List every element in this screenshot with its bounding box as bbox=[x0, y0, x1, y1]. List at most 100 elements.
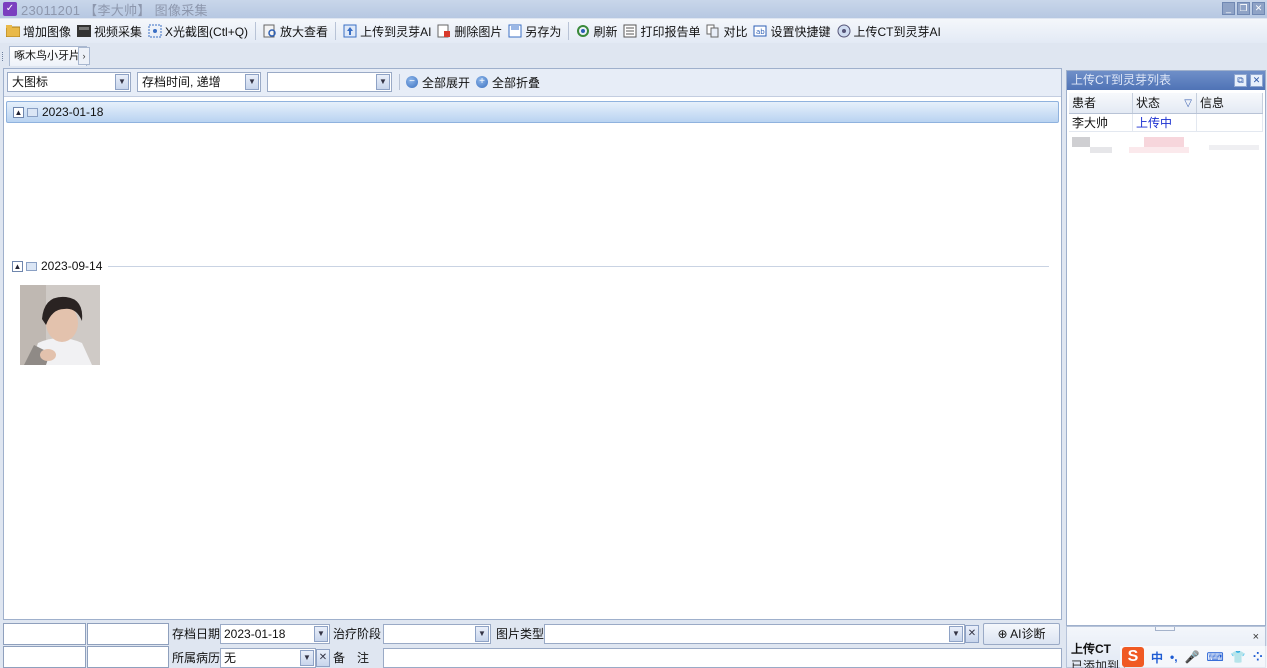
filter-bar: 大图标 ▼ 存档时间, 递增 ▼ ▼ − 全部展开 + 全部折叠 bbox=[4, 69, 1061, 97]
image-type-label: 图片类型 bbox=[496, 627, 545, 641]
zoom-view-icon bbox=[263, 24, 277, 38]
ime-mode-toggle[interactable]: 中 bbox=[1151, 649, 1163, 666]
cell-patient: 李大帅 bbox=[1069, 114, 1133, 131]
group-date-label: 2023-01-18 bbox=[42, 105, 104, 119]
archive-date-label: 存档日期 bbox=[172, 627, 221, 641]
note-field[interactable] bbox=[383, 648, 1062, 668]
window-title: 23011201 【李大帅】 图像采集 bbox=[21, 2, 208, 18]
treatment-stage-label: 治疗阶段 bbox=[333, 627, 382, 641]
tab-scroll-right-button[interactable]: › bbox=[78, 47, 90, 65]
upload-ct-icon bbox=[837, 24, 851, 38]
panel-close-button[interactable]: ✕ bbox=[1250, 74, 1263, 87]
delete-image-icon bbox=[437, 24, 451, 38]
plus-circle-icon: + bbox=[476, 76, 488, 88]
ime-menu-icon[interactable]: ⁘ bbox=[1253, 650, 1263, 664]
upload-table: 患者 状态 ▽ 信息 李大帅 上传中 bbox=[1069, 93, 1263, 132]
chevron-down-icon[interactable]: ▼ bbox=[475, 626, 489, 642]
folder-add-icon bbox=[6, 24, 20, 38]
print-icon bbox=[623, 24, 637, 38]
filter-icon[interactable]: ▽ bbox=[1184, 93, 1192, 114]
upload-ct-button[interactable]: 上传CT到灵芽AI bbox=[834, 20, 944, 42]
treatment-stage-select[interactable]: ▼ bbox=[383, 624, 491, 644]
print-report-button[interactable]: 打印报告单 bbox=[620, 20, 703, 42]
pin-icon[interactable]: ⧉ bbox=[1234, 74, 1247, 87]
save-as-icon bbox=[508, 24, 522, 38]
filter-separator bbox=[399, 74, 400, 90]
save-as-button[interactable]: 另存为 bbox=[505, 20, 564, 42]
ai-diagnosis-button[interactable]: ⊕ AI诊断 bbox=[983, 623, 1060, 645]
toolbar-separator bbox=[335, 22, 337, 40]
cell-info bbox=[1197, 114, 1263, 131]
notification-title: 上传CT bbox=[1071, 642, 1111, 656]
chevron-down-icon[interactable]: ▼ bbox=[376, 74, 390, 90]
clear-case-button[interactable]: ✕ bbox=[316, 649, 330, 667]
chevron-down-icon[interactable]: ▼ bbox=[245, 74, 259, 90]
upload-ai-button[interactable]: 上传到灵芽AI bbox=[340, 20, 434, 42]
sogou-logo-icon[interactable]: S bbox=[1122, 647, 1144, 667]
table-header: 患者 状态 ▽ 信息 bbox=[1069, 93, 1263, 114]
cell-status: 上传中 bbox=[1133, 114, 1197, 131]
delete-image-button[interactable]: 删除图片 bbox=[434, 20, 505, 42]
image-thumbnail[interactable] bbox=[20, 285, 100, 365]
panel-title-bar: 上传CT到灵芽列表 ⧉ ✕ bbox=[1067, 71, 1265, 90]
chevron-down-icon[interactable]: ▼ bbox=[949, 626, 963, 642]
table-row[interactable]: 李大帅 上传中 bbox=[1069, 114, 1263, 132]
resize-handle[interactable] bbox=[1155, 627, 1175, 631]
view-mode-select[interactable]: 大图标 ▼ bbox=[7, 72, 131, 92]
refresh-button[interactable]: 刷新 bbox=[573, 20, 620, 42]
sort-select[interactable]: 存档时间, 递增 ▼ bbox=[137, 72, 261, 92]
video-icon bbox=[77, 24, 92, 38]
tab-xiaoyapian[interactable]: 啄木鸟小牙片 bbox=[9, 46, 87, 66]
compare-button[interactable]: 对比 bbox=[703, 20, 750, 42]
image-details-form: 存档日期 2023-01-18 ▼ 治疗阶段 ▼ 图片类型 ▼ ✕ ⊕ AI诊断… bbox=[0, 621, 1062, 668]
chevron-down-icon[interactable]: ▼ bbox=[300, 650, 314, 666]
ct-upload-list-panel: 上传CT到灵芽列表 ⧉ ✕ 患者 状态 ▽ 信息 李大帅 上传中 bbox=[1066, 70, 1266, 626]
video-capture-button[interactable]: 视频采集 bbox=[74, 20, 145, 42]
zoom-view-button[interactable]: 放大查看 bbox=[260, 20, 331, 42]
refresh-icon bbox=[576, 24, 590, 38]
portrait-photo-icon bbox=[20, 285, 100, 365]
window-controls: _ ❐ ✕ bbox=[1222, 2, 1265, 15]
main-toolbar: 增加图像 视频采集 X光截图(Ctl+Q) 放大查看 上传到灵芽AI 删除图片 … bbox=[0, 19, 1267, 43]
svg-text:ab: ab bbox=[756, 28, 765, 36]
image-type-select[interactable]: ▼ bbox=[544, 624, 965, 644]
column-header-info[interactable]: 信息 bbox=[1197, 93, 1263, 113]
punctuation-toggle[interactable]: •, bbox=[1170, 650, 1178, 664]
minimize-button[interactable]: _ bbox=[1222, 2, 1235, 15]
group-date-label: 2023-09-14 bbox=[41, 259, 103, 273]
collapse-toggle-icon[interactable]: ▲ bbox=[12, 260, 23, 272]
xray-capture-button[interactable]: X光截图(Ctl+Q) bbox=[145, 20, 251, 42]
collapse-toggle-icon[interactable]: ▲ bbox=[13, 106, 24, 118]
upload-icon bbox=[343, 24, 357, 38]
archive-date-field[interactable]: 2023-01-18 ▼ bbox=[220, 624, 330, 644]
group-header-2023-01-18[interactable]: ▲ 2023-01-18 bbox=[6, 101, 1059, 123]
keyboard-icon[interactable]: ⌨ bbox=[1207, 650, 1224, 664]
notification-close-button[interactable]: × bbox=[1253, 631, 1259, 643]
microphone-icon[interactable]: 🎤 bbox=[1185, 650, 1200, 664]
note-label: 备 注 bbox=[333, 651, 370, 665]
expand-all-button[interactable]: − 全部展开 bbox=[406, 72, 470, 92]
restore-button[interactable]: ❐ bbox=[1237, 2, 1250, 15]
compare-icon bbox=[706, 24, 720, 38]
skin-icon[interactable]: 👕 bbox=[1231, 650, 1246, 664]
title-bar: ✓ 23011201 【李大帅】 图像采集 _ ❐ ✕ bbox=[0, 0, 1267, 18]
column-header-patient[interactable]: 患者 bbox=[1069, 93, 1133, 113]
grip-handle[interactable] bbox=[2, 52, 5, 61]
add-image-button[interactable]: 增加图像 bbox=[3, 20, 74, 42]
group-header-2023-09-14[interactable]: ▲ 2023-09-14 bbox=[6, 255, 1059, 277]
preview-cell bbox=[87, 623, 169, 645]
group-divider bbox=[108, 265, 1049, 267]
column-header-status[interactable]: 状态 ▽ bbox=[1133, 93, 1197, 113]
close-window-button[interactable]: ✕ bbox=[1252, 2, 1265, 15]
blurred-row bbox=[1069, 135, 1263, 157]
chevron-down-icon[interactable]: ▼ bbox=[314, 626, 328, 642]
filter-select[interactable]: ▼ bbox=[267, 72, 392, 92]
chevron-down-icon[interactable]: ▼ bbox=[115, 74, 129, 90]
set-shortcut-button[interactable]: ab 设置快捷键 bbox=[750, 20, 833, 42]
toolbar-separator bbox=[255, 22, 257, 40]
app-check-icon: ✓ bbox=[3, 2, 17, 16]
clear-image-type-button[interactable]: ✕ bbox=[965, 625, 979, 643]
collapse-all-button[interactable]: + 全部折叠 bbox=[476, 72, 540, 92]
toolbar-separator bbox=[568, 22, 570, 40]
case-select[interactable]: 无 ▼ bbox=[220, 648, 316, 668]
